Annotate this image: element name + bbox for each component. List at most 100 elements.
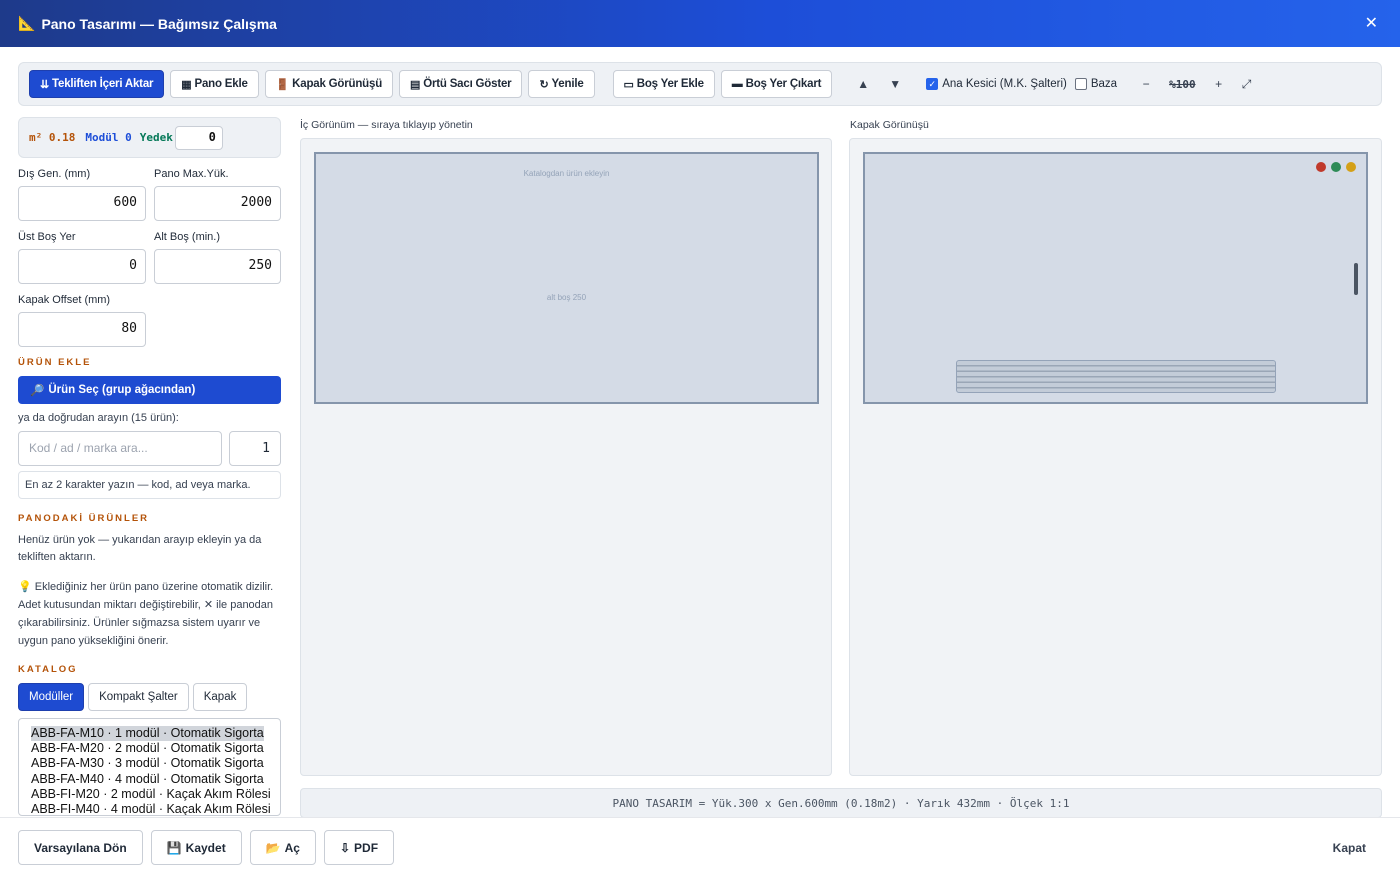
select-product-label: Ürün Seç (grup ağacından)	[48, 384, 196, 396]
green-light-icon	[1331, 162, 1341, 172]
catalog-heading: KATALOG	[18, 664, 78, 675]
spare-input[interactable]: 0	[174, 125, 223, 150]
list-item[interactable]: ABB-FA-M20 · 2 modül · Otomatik Sigorta	[31, 741, 268, 756]
baza-label: Baza	[1090, 78, 1118, 90]
remove-space-button[interactable]: ▬ Boş Yer Çıkart	[720, 70, 833, 98]
close-button[interactable]: Kapat	[1333, 841, 1366, 855]
tab-cover[interactable]: Kapak	[192, 683, 248, 711]
checkbox-checked-icon[interactable]: ✓	[926, 78, 939, 90]
max-height-label: Pano Max.Yük.	[154, 168, 229, 180]
empty-products-text: Henüz ürün yok — yukarıdan arayıp ekleyi…	[18, 534, 262, 563]
list-item[interactable]: ABB-FA-M10 · 1 modül · Otomatik Sigorta	[31, 726, 264, 742]
list-item[interactable]: ABB-FA-M40 · 4 modül · Otomatik Sigorta	[31, 772, 268, 787]
checkbox-unchecked-icon[interactable]	[1074, 78, 1087, 90]
window-title: 📐 Pano Tasarımı — Bağımsız Çalışma	[18, 15, 277, 32]
area-stat: m² 0.18	[29, 131, 76, 144]
add-panel-label: Pano Ekle	[194, 78, 248, 90]
save-button[interactable]: 💾 Kaydet	[150, 830, 242, 865]
outer-width-input[interactable]: 600	[18, 186, 146, 221]
panel-products-heading: PANODAKİ ÜRÜNLER	[18, 513, 150, 524]
search-hint: ya da doğrudan arayın (15 ürün):	[18, 412, 179, 424]
baza-checkbox[interactable]: Baza	[1074, 78, 1118, 90]
grid-icon: ▦	[181, 78, 192, 91]
red-light-icon	[1316, 162, 1326, 172]
cover-offset-input[interactable]: 80	[18, 312, 146, 347]
pdf-label: PDF	[354, 840, 379, 855]
max-height-input[interactable]: 2000	[154, 186, 281, 221]
catalog-tabs: Modüller Kompakt Şalter Kapak	[18, 683, 281, 711]
refresh-button[interactable]: ↻ Yenile	[528, 70, 595, 98]
product-search-input[interactable]: Kod / ad / marka ara...	[18, 431, 222, 466]
status-bar: PANO TASARIM = Yük.300 x Gen.600mm (0.18…	[300, 788, 1382, 818]
door-handle-icon	[1354, 263, 1358, 295]
vent-grille	[956, 360, 1276, 393]
list-item[interactable]: ABB-FA-M30 · 3 modül · Otomatik Sigorta	[31, 756, 268, 771]
main-breaker-label: Ana Kesici (M.K. Şalteri)	[942, 78, 1067, 90]
cover-board[interactable]	[863, 152, 1368, 404]
dimension-fields: Dış Gen. (mm) 600 Pano Max.Yük. 2000 Üst…	[18, 168, 281, 357]
download-icon: ⇩	[339, 840, 351, 855]
fullscreen-icon[interactable]: ⤢	[1236, 77, 1258, 92]
stats-bar: m² 0.18 Modül 0 Yedek 0	[18, 117, 281, 158]
open-button[interactable]: 📂 Aç	[249, 830, 316, 865]
cover-view-label: Kapak Görünüşü	[850, 119, 929, 131]
inner-view-label: İç Görünüm — sıraya tıklayıp yönetin	[300, 119, 473, 131]
cover-view-label: Kapak Görünüşü	[292, 78, 383, 90]
bottom-space-label: Alt Boş (min.)	[154, 231, 221, 243]
import-icon: ⇊	[40, 78, 50, 91]
move-up-icon[interactable]: ▲	[850, 77, 876, 91]
magnifier-icon: 🔎	[30, 385, 45, 397]
top-space-input[interactable]: 0	[18, 249, 146, 284]
open-label: Aç	[284, 840, 300, 855]
left-sidebar: m² 0.18 Modül 0 Yedek 0 Dış Gen. (mm) 60…	[18, 117, 281, 816]
import-from-offer-button[interactable]: ⇊ Tekliften İçeri Aktar	[29, 70, 165, 98]
min-chars-hint: En az 2 karakter yazın — kod, ad veya ma…	[18, 471, 281, 499]
close-icon[interactable]: ✕	[1365, 13, 1378, 33]
import-label: Tekliften İçeri Aktar	[52, 78, 154, 90]
zoom-out-button[interactable]: −	[1135, 77, 1157, 91]
list-item[interactable]: ABB-FI-M40 · 4 modül · Kaçak Akım Rölesi	[31, 802, 271, 815]
save-label: Kaydet	[185, 840, 226, 855]
module-stat: Modül 0	[85, 131, 132, 144]
pdf-button[interactable]: ⇩ PDF	[323, 830, 395, 865]
catalog-list[interactable]: ABB-FA-M10 · 1 modül · Otomatik Sigorta …	[18, 718, 281, 816]
sheet-icon: ▤	[410, 78, 421, 91]
refresh-icon: ↻	[539, 78, 549, 91]
top-space-label: Üst Boş Yer	[18, 231, 76, 243]
floppy-icon: 💾	[166, 840, 182, 855]
quantity-input[interactable]: 1	[229, 431, 281, 466]
folder-icon: 📂	[265, 840, 281, 855]
bottom-space-input[interactable]: 250	[154, 249, 281, 284]
add-product-heading: ÜRÜN EKLE	[18, 357, 92, 368]
main-breaker-checkbox[interactable]: ✓ Ana Kesici (M.K. Şalteri)	[926, 78, 1067, 90]
reset-defaults-button[interactable]: Varsayılana Dön	[18, 830, 143, 865]
outer-width-label: Dış Gen. (mm)	[18, 168, 91, 180]
move-down-icon[interactable]: ▼	[882, 77, 908, 91]
indicator-lights	[1316, 162, 1356, 172]
add-panel-button[interactable]: ▦ Pano Ekle	[170, 70, 259, 98]
bottom-space-text: alt boş 250	[546, 293, 587, 302]
remove-space-label: Boş Yer Çıkart	[745, 78, 822, 90]
select-product-button[interactable]: 🔎 Ürün Seç (grup ağacından)	[18, 376, 281, 404]
space-icon: ▭	[623, 78, 634, 91]
door-icon: 🚪	[275, 78, 290, 91]
spare-label: Yedek	[139, 131, 173, 144]
usage-tip: 💡 Eklediğiniz her ürün pano üzerine otom…	[18, 581, 274, 647]
cover-view-button[interactable]: 🚪 Kapak Görünüşü	[264, 70, 394, 98]
cover-sheet-button[interactable]: ▤ Örtü Sacı Göster	[399, 70, 523, 98]
ruler-icon: 📐	[18, 15, 36, 31]
tab-modules[interactable]: Modüller	[18, 683, 85, 711]
list-item[interactable]: ABB-FI-M20 · 2 modül · Kaçak Akım Rölesi	[31, 787, 271, 802]
cover-offset-label: Kapak Offset (mm)	[18, 294, 111, 306]
zoom-in-button[interactable]: +	[1208, 77, 1230, 91]
refresh-label: Yenile	[551, 78, 584, 90]
add-space-button[interactable]: ▭ Boş Yer Ekle	[612, 70, 715, 98]
window-title-text: Pano Tasarımı — Bağımsız Çalışma	[41, 15, 277, 32]
tab-compact-breaker[interactable]: Kompakt Şalter	[88, 683, 189, 711]
toolbar: ⇊ Tekliften İçeri Aktar ▦ Pano Ekle 🚪 Ka…	[18, 62, 1382, 106]
footer: Varsayılana Dön 💾 Kaydet 📂 Aç ⇩ PDF Kapa…	[0, 817, 1400, 877]
inner-board[interactable]: Katalogdan ürün ekleyin alt boş 250	[314, 152, 819, 404]
add-space-label: Boş Yer Ekle	[636, 78, 704, 90]
cover-sheet-label: Örtü Sacı Göster	[423, 78, 512, 90]
inner-view-panel: Katalogdan ürün ekleyin alt boş 250	[300, 138, 832, 776]
